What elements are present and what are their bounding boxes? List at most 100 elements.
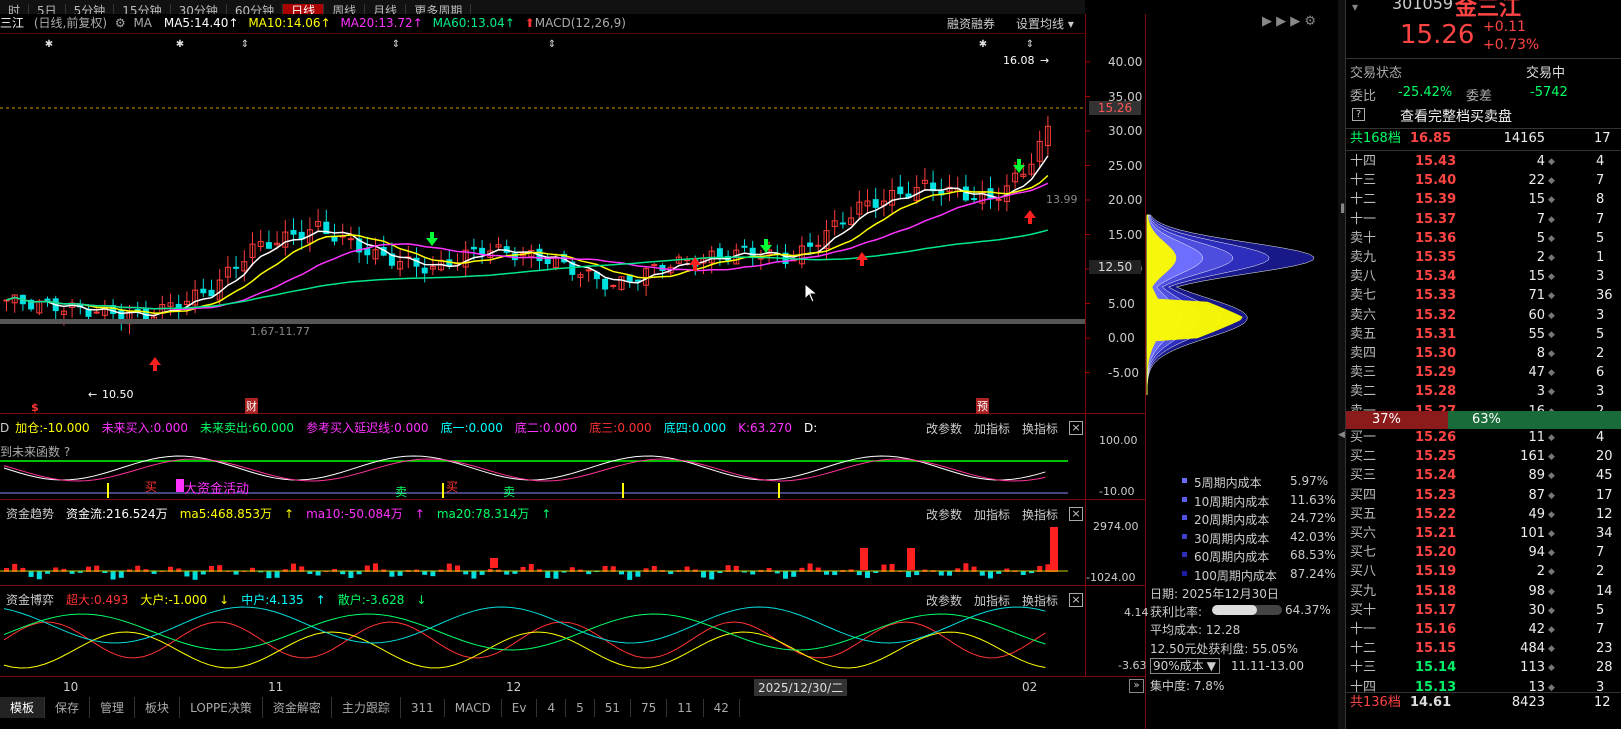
order-extra: 34 (1596, 526, 1613, 541)
ind3-close-button[interactable]: × (1069, 593, 1083, 607)
candle-body (290, 229, 297, 235)
bottom-tab[interactable]: 5 (566, 699, 595, 717)
event-forecast-marker[interactable]: 预 (976, 398, 989, 414)
buy-order-row[interactable]: 买二 15.25 161 ◆ 20 (1350, 448, 1621, 466)
buy-order-row[interactable]: 买十 15.17 30 ◆ 5 (1350, 602, 1621, 620)
candle-body (610, 284, 617, 287)
order-extra: 20 (1596, 449, 1613, 465)
ind1-sell-mark: 卖 (395, 485, 408, 499)
cost-legend-value: 5.97% (1290, 474, 1329, 488)
trade-status-value: 交易中 (1526, 66, 1566, 81)
sell-order-row[interactable]: 卖五 15.31 55 ◆ 5 (1350, 326, 1621, 344)
sell-order-row[interactable]: 卖八 15.34 15 ◆ 3 (1350, 268, 1621, 286)
sell-order-row[interactable]: 卖二 15.28 3 ◆ 3 (1350, 383, 1621, 401)
bottom-tab[interactable]: 主力跟踪 (332, 697, 401, 718)
panel-expand-icon[interactable]: ◀ (1338, 430, 1345, 440)
bottom-tab[interactable]: 管理 (90, 697, 136, 718)
sell-order-row[interactable]: 卖七 15.33 71 ◆ 36 (1350, 287, 1621, 305)
candle-body (716, 248, 723, 258)
order-dot-icon: ◆ (1548, 214, 1555, 225)
price-axis-label: 25.00 (1108, 158, 1143, 173)
main-kline-chart[interactable]: ✱ ✱ ⇕ ⇕ ⇕ ✱ ⇕ (0, 0, 1345, 729)
sell-order-row[interactable]: 卖三 15.29 47 ◆ 6 (1350, 364, 1621, 382)
ind2-bar (315, 571, 321, 576)
order-extra: 3 (1596, 269, 1605, 285)
order-level: 卖九 (1350, 250, 1377, 265)
ind1-close-button[interactable]: × (1069, 421, 1083, 435)
ind1-subtitle: 到未来函数 ? (0, 445, 71, 459)
sell-order-row[interactable]: 十三 15.40 22 ◆ 7 (1350, 172, 1621, 190)
sell-order-row[interactable]: 十二 15.39 15 ◆ 8 (1350, 191, 1621, 209)
cost-select[interactable]: 90%成本 ▼ (1150, 658, 1220, 674)
ind3-params-button[interactable]: 改参数 (926, 592, 962, 609)
sell-order-row[interactable]: 十一 15.37 7 ◆ 7 (1350, 211, 1621, 229)
ind2-bar (487, 568, 493, 572)
buy-order-row[interactable]: 买五 15.22 49 ◆ 12 (1350, 506, 1621, 524)
right-annotation: 13.99 (1046, 193, 1078, 206)
candle-body (347, 238, 354, 241)
bottom-tab[interactable]: 保存 (45, 697, 91, 718)
ind2-close-button[interactable]: × (1069, 507, 1083, 521)
bottom-tab[interactable]: 资金解密 (263, 697, 332, 718)
ind2-add-button[interactable]: 加指标 (974, 506, 1010, 523)
order-volume: 11 (1528, 430, 1545, 445)
buy-order-row[interactable]: 买三 15.24 89 ◆ 45 (1350, 467, 1621, 485)
ind1-add: 加仓:-10.000 (15, 421, 90, 435)
ind3-switch-button[interactable]: 换指标 (1022, 592, 1058, 609)
bottom-tab[interactable]: 模板 (0, 697, 46, 718)
full-orderbook-button[interactable]: 查看完整档买卖盘 (1400, 106, 1512, 126)
order-dot-icon: ◆ (1548, 233, 1555, 244)
order-extra: 2 (1596, 346, 1605, 361)
trade-status-label: 交易状态 (1350, 66, 1403, 81)
sell-order-row[interactable]: 十四 15.43 4 ◆ 4 (1350, 153, 1621, 171)
buy-order-row[interactable]: 十一 15.16 42 ◆ 7 (1350, 621, 1621, 639)
sell-total-extra: 17 (1594, 131, 1611, 146)
bottom-tab[interactable]: LOPPE决策 (180, 697, 263, 718)
ind1-switch-button[interactable]: 换指标 (1022, 420, 1058, 437)
quote-menu-icon[interactable]: ▾ (1352, 0, 1358, 14)
sell-order-row[interactable]: 卖六 15.32 60 ◆ 3 (1350, 307, 1621, 325)
bottom-tab[interactable]: 板块 (135, 697, 181, 718)
buy-order-row[interactable]: 买四 15.23 87 ◆ 17 (1350, 487, 1621, 505)
x-label-feb: 02 (1022, 680, 1038, 694)
bid-ratio-value: -25.42% (1398, 85, 1453, 100)
sell-order-row[interactable]: 卖十 15.36 5 ◆ 5 (1350, 230, 1621, 248)
buy-order-row[interactable]: 十二 15.15 484 ◆ 23 (1350, 640, 1621, 658)
order-extra: 6 (1596, 365, 1605, 381)
bottom-tab[interactable]: 51 (595, 699, 631, 717)
event-finance-marker[interactable]: 财 (245, 398, 258, 414)
ind2-switch-button[interactable]: 换指标 (1022, 506, 1058, 523)
order-dot-icon: ◆ (1548, 349, 1555, 359)
ind1-add-button[interactable]: 加指标 (974, 420, 1010, 437)
ind3-add-button[interactable]: 加指标 (974, 592, 1010, 609)
order-dot-icon: ◆ (1548, 329, 1555, 340)
bottom-tab[interactable]: 75 (631, 699, 668, 717)
bottom-tab[interactable]: 42 (704, 699, 740, 717)
panel-collapse-icon[interactable]: ▐ (1338, 204, 1344, 213)
bottom-tab[interactable]: 4 (537, 699, 567, 717)
buy-order-row[interactable]: 买九 15.18 98 ◆ 14 (1350, 583, 1621, 601)
sell-order-row[interactable]: 卖九 15.35 2 ◆ 1 (1350, 249, 1621, 267)
order-volume: 22 (1528, 173, 1545, 189)
help-icon[interactable]: ? (1352, 108, 1365, 121)
bottom-tab[interactable]: 11 (667, 699, 704, 717)
buy-order-row[interactable]: 买八 15.19 2 ◆ 2 (1350, 563, 1621, 581)
quote-panel-divider[interactable] (1338, 0, 1345, 729)
buy-order-row[interactable]: 买一 15.26 11 ◆ 4 (1350, 429, 1621, 447)
buy-order-row[interactable]: 十三 15.14 113 ◆ 28 (1350, 659, 1621, 677)
scroll-right-button[interactable]: » (1129, 679, 1144, 693)
bottom-tab[interactable]: 311 (401, 699, 445, 717)
buy-total-label: 共136档 (1350, 695, 1401, 710)
ind1-params-button[interactable]: 改参数 (926, 420, 962, 437)
ind2-params-button[interactable]: 改参数 (926, 506, 962, 523)
buy-total-row: 共136档 14.61 8423 12 (1350, 694, 1621, 712)
event-dividend-marker[interactable]: $ (31, 401, 39, 414)
sell-order-row[interactable]: 卖四 15.30 8 ◆ 2 (1350, 345, 1621, 363)
bottom-tab[interactable]: Ev (502, 699, 538, 717)
low-annotation: 10.50 (102, 388, 134, 401)
profit-ratio-fill (1212, 605, 1258, 615)
bid-diff-value: -5742 (1530, 85, 1568, 100)
buy-order-row[interactable]: 买七 15.20 94 ◆ 7 (1350, 544, 1621, 562)
bottom-tab[interactable]: MACD (445, 699, 502, 717)
buy-order-row[interactable]: 买六 15.21 101 ◆ 34 (1350, 525, 1621, 543)
